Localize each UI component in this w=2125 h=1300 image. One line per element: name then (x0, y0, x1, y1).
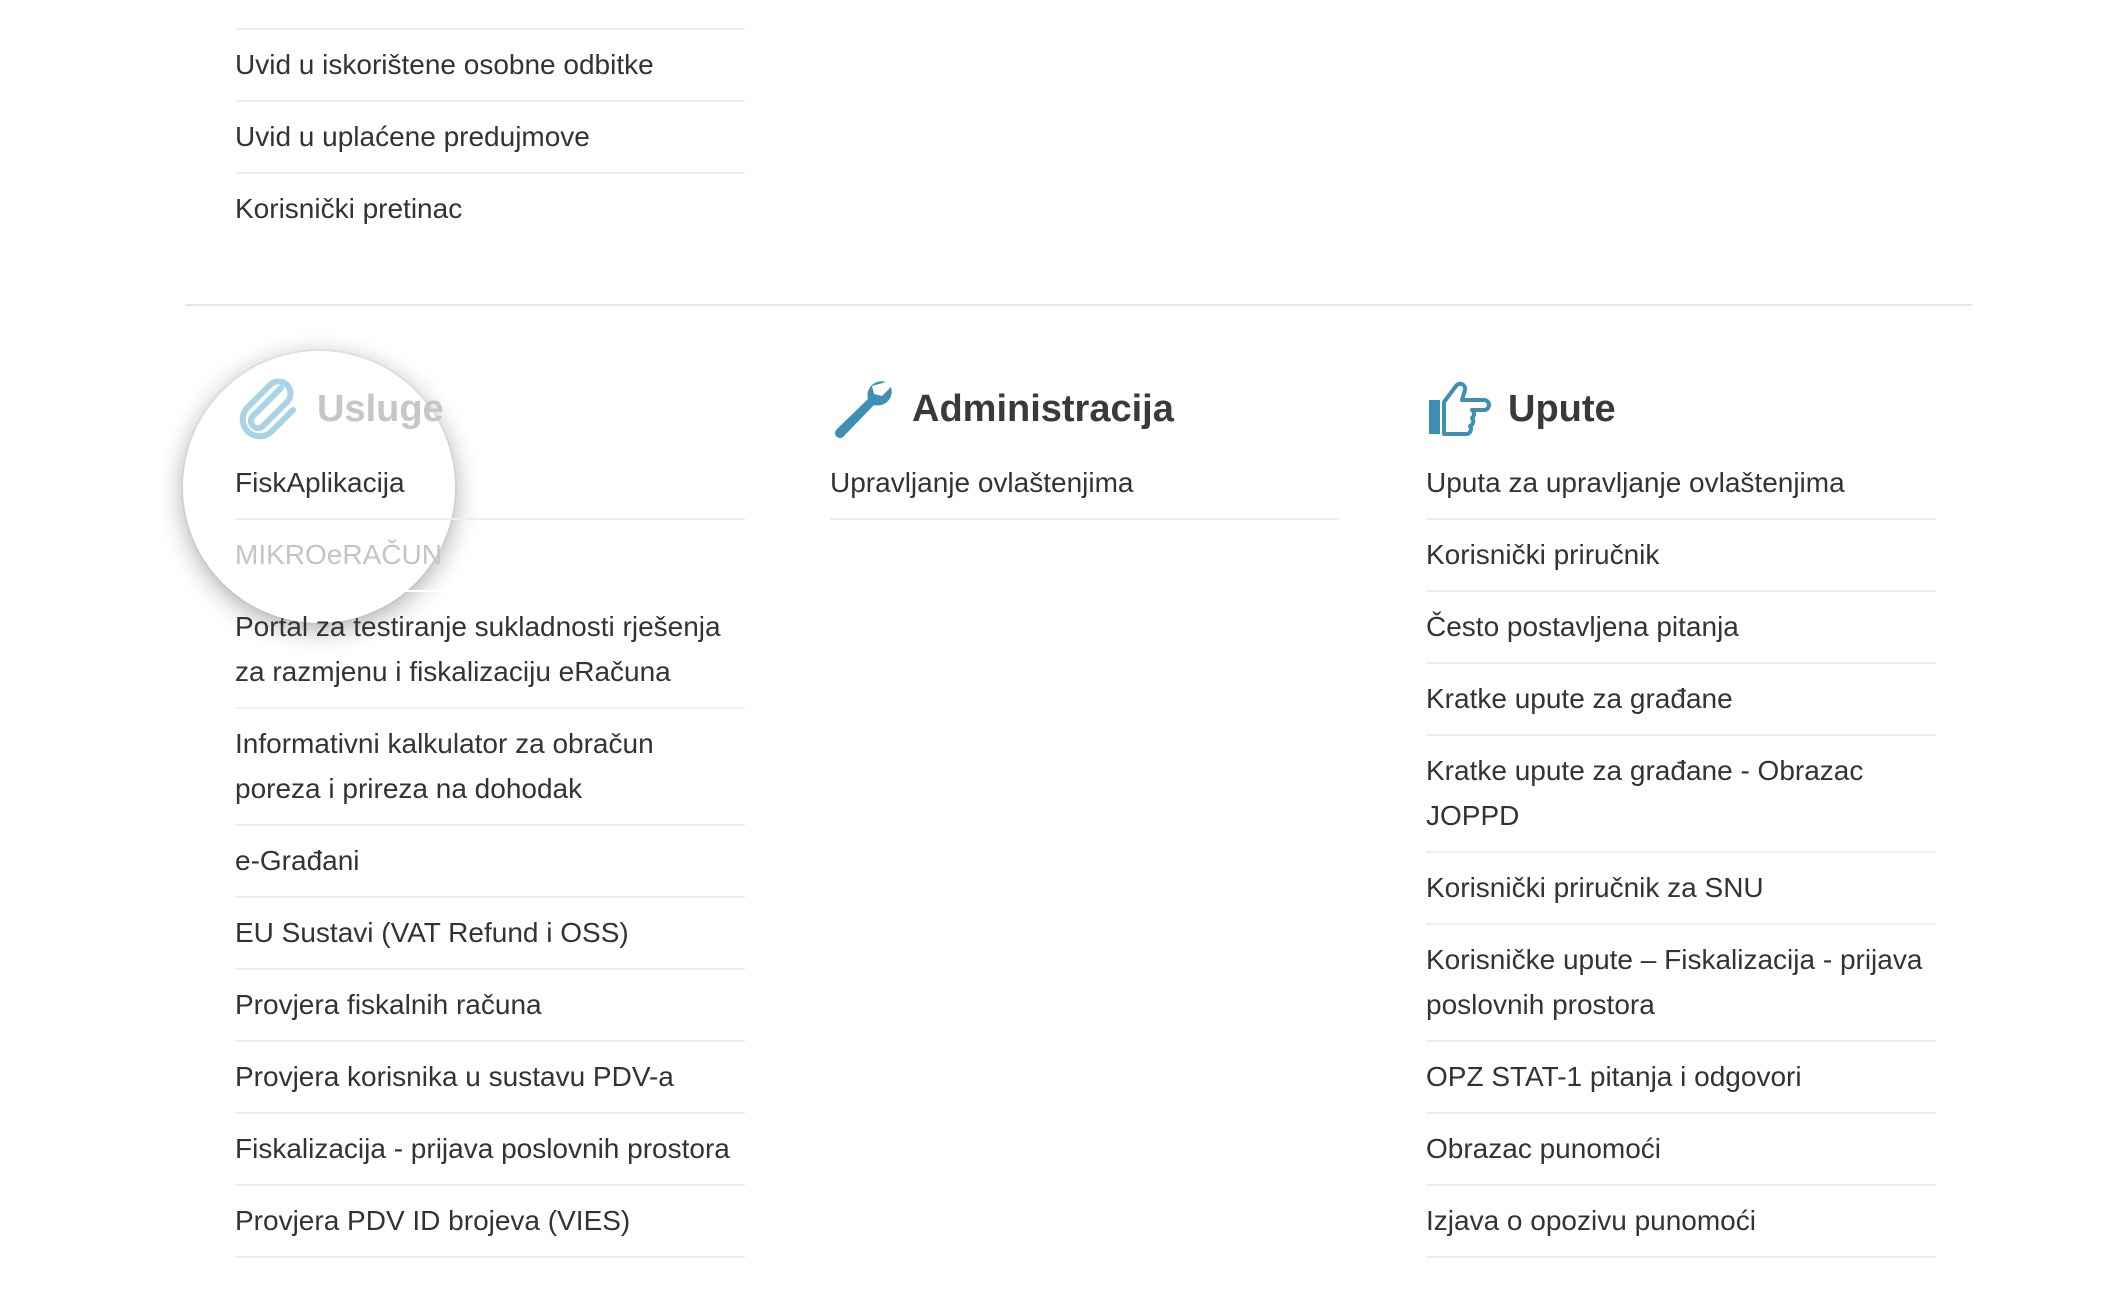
list-divider-top (235, 0, 745, 30)
link-cesto-postavljena-pitanja[interactable]: Često postavljena pitanja (1426, 592, 1936, 664)
link-eu-sustavi[interactable]: EU Sustavi (VAT Refund i OSS) (235, 898, 745, 970)
link-kratke-upute-gradani[interactable]: Kratke upute za građane (1426, 664, 1936, 736)
link-provjera-vies[interactable]: Provjera PDV ID brojeva (VIES) (235, 1186, 745, 1258)
upute-header: Upute (1426, 370, 1936, 448)
administracija-header: Administracija (830, 370, 1340, 448)
link-kratke-upute-joppd[interactable]: Kratke upute za građane - Obrazac JOPPD (1426, 736, 1936, 853)
link-upute-fiskalizacija[interactable]: Korisničke upute – Fiskalizacija - prija… (1426, 925, 1936, 1042)
usluge-section: Usluge FiskAplikacija MIKROeRAČUN Portal… (235, 370, 745, 1258)
link-upravljanje-ovlastenjima[interactable]: Upravljanje ovlaštenjima (830, 448, 1340, 520)
link-e-gradani[interactable]: e-Građani (235, 826, 745, 898)
administracija-section: Administracija Upravljanje ovlaštenjima (830, 370, 1340, 520)
top-links-list: Uvid u iskorištene osobne odbitke Uvid u… (235, 0, 745, 244)
link-korisnicki-pretinac[interactable]: Korisnički pretinac (235, 174, 745, 244)
link-uputa-ovlastenja[interactable]: Uputa za upravljanje ovlaštenjima (1426, 448, 1936, 520)
link-provjera-fiskalnih-racuna[interactable]: Provjera fiskalnih računa (235, 970, 745, 1042)
link-portal-testiranje[interactable]: Portal za testiranje sukladnosti rješenj… (235, 592, 745, 709)
usluge-links: FiskAplikacija MIKROeRAČUN Portal za tes… (235, 448, 745, 1258)
pointing-hand-icon (1426, 376, 1496, 442)
section-divider (185, 304, 1972, 306)
link-izjava-opoziv[interactable]: Izjava o opozivu punomoći (1426, 1186, 1936, 1258)
paperclip-icon (235, 376, 305, 442)
upute-links: Uputa za upravljanje ovlaštenjima Korisn… (1426, 448, 1936, 1258)
usluge-title: Usluge (317, 387, 444, 430)
link-opz-stat[interactable]: OPZ STAT-1 pitanja i odgovori (1426, 1042, 1936, 1114)
usluge-header: Usluge (235, 370, 745, 448)
link-obrazac-punomoci[interactable]: Obrazac punomoći (1426, 1114, 1936, 1186)
link-uvid-predujmovi[interactable]: Uvid u uplaćene predujmove (235, 102, 745, 174)
link-kalkulator-porez[interactable]: Informativni kalkulator za obračun porez… (235, 709, 745, 826)
administracija-title: Administracija (912, 387, 1174, 430)
link-prirucnik-snu[interactable]: Korisnički priručnik za SNU (1426, 853, 1936, 925)
wrench-icon (830, 376, 900, 442)
link-uvid-osobni-odbitci[interactable]: Uvid u iskorištene osobne odbitke (235, 30, 745, 102)
link-mikroeracun[interactable]: MIKROeRAČUN (235, 520, 745, 592)
link-korisnicki-prirucnik[interactable]: Korisnički priručnik (1426, 520, 1936, 592)
link-fiskaplikacija[interactable]: FiskAplikacija (235, 448, 745, 520)
upute-title: Upute (1508, 387, 1616, 430)
link-provjera-pdv-korisnika[interactable]: Provjera korisnika u sustavu PDV-a (235, 1042, 745, 1114)
upute-section: Upute Uputa za upravljanje ovlaštenjima … (1426, 370, 1936, 1258)
administracija-links: Upravljanje ovlaštenjima (830, 448, 1340, 520)
link-fiskalizacija-prostori[interactable]: Fiskalizacija - prijava poslovnih prosto… (235, 1114, 745, 1186)
